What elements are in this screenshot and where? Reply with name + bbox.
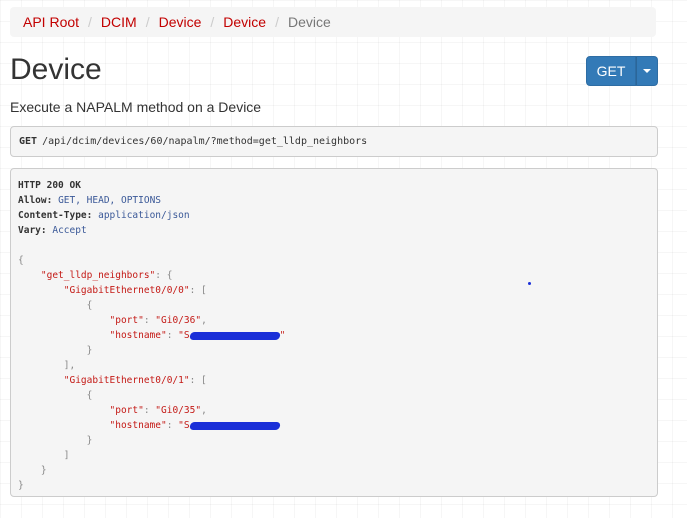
breadcrumb: API Root / DCIM / Device / Device / Devi… — [10, 7, 656, 37]
json-value: "Gi0/36" — [155, 315, 202, 326]
header-value: Accept — [52, 225, 87, 236]
response-info: HTTP 200 OK Allow: GET, HEAD, OPTIONS Co… — [10, 168, 658, 497]
request-method: GET — [19, 136, 38, 147]
json-key: "get_lldp_neighbors" — [40, 270, 156, 281]
breadcrumb-current: Device — [287, 14, 331, 30]
json-key: "port" — [109, 405, 144, 416]
page-description: Execute a NAPALM method on a Device — [10, 99, 262, 115]
header-name: Allow: — [18, 195, 53, 206]
header-name: Vary: — [18, 225, 47, 236]
stray-dot — [528, 282, 531, 285]
get-format-dropdown-button[interactable] — [636, 56, 658, 86]
redaction-mark — [188, 331, 281, 340]
json-key: "GigabitEthernet0/0/1" — [63, 375, 190, 386]
redaction-mark — [188, 421, 281, 430]
response-status: HTTP 200 OK — [18, 180, 81, 191]
breadcrumb-separator: / — [210, 14, 215, 30]
json-key: "GigabitEthernet0/0/0" — [63, 285, 190, 296]
caret-down-icon — [643, 69, 651, 73]
breadcrumb-device[interactable]: Device — [223, 14, 266, 30]
page-title: Device — [10, 53, 102, 86]
json-key: "port" — [109, 315, 144, 326]
header-name: Content-Type: — [18, 210, 93, 221]
json-key: "hostname" — [109, 420, 167, 431]
breadcrumb-api-root[interactable]: API Root — [23, 14, 79, 30]
get-button[interactable]: GET — [586, 56, 636, 86]
json-value: "Gi0/35" — [155, 405, 202, 416]
get-button-group: GET — [586, 56, 658, 86]
breadcrumb-separator: / — [145, 14, 150, 30]
header-value: application/json — [98, 210, 190, 221]
json-key: "hostname" — [109, 330, 167, 341]
header-value: GET, HEAD, OPTIONS — [58, 195, 162, 206]
breadcrumb-dcim[interactable]: DCIM — [101, 14, 137, 30]
breadcrumb-device-list[interactable]: Device — [159, 14, 202, 30]
breadcrumb-separator: / — [275, 14, 279, 30]
request-info: GET/api/dcim/devices/60/napalm/?method=g… — [10, 126, 658, 157]
request-path: /api/dcim/devices/60/napalm/?method=get_… — [42, 136, 368, 147]
breadcrumb-separator: / — [88, 14, 92, 30]
